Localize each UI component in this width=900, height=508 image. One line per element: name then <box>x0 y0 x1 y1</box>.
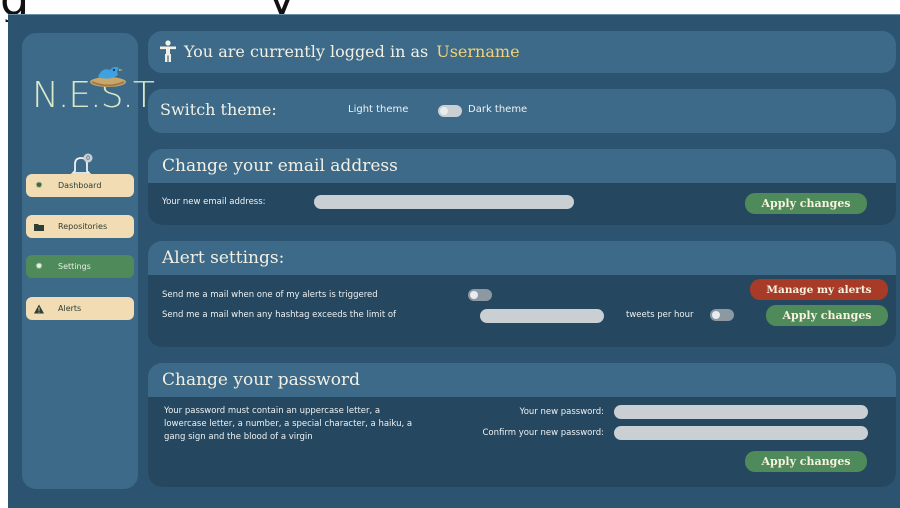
gear-icon: ✹ <box>35 261 43 272</box>
password-apply-button[interactable]: Apply changes <box>745 451 867 472</box>
password-requirements: Your password must contain an uppercase … <box>164 406 413 442</box>
sidebar: N.E.S.T. 0 ✹ Dashboard Repositories ✹ Se… <box>22 33 161 489</box>
confirm-password-field[interactable] <box>614 426 868 440</box>
tweet-limit-field[interactable] <box>480 309 604 323</box>
alert-option-hashtag: Send me a mail when any hashtag exceeds … <box>162 310 397 320</box>
settings-page: N.E.S.T. 0 ✹ Dashboard Repositories ✹ Se… <box>8 14 900 508</box>
password-title: Change your password <box>162 370 360 390</box>
alert-option-triggered: Send me a mail when one of my alerts is … <box>162 290 378 300</box>
theme-toggle[interactable] <box>438 105 462 117</box>
new-password-field[interactable] <box>614 405 868 419</box>
email-card: Change your email address Your new email… <box>148 149 896 225</box>
sidebar-item-settings[interactable]: ✹ Settings <box>26 255 134 278</box>
username: Username <box>436 41 520 61</box>
sidebar-item-alerts[interactable]: Alerts <box>26 297 134 320</box>
login-text: You are currently logged in as <box>184 41 429 61</box>
gear-icon: ✹ <box>35 180 43 191</box>
warning-icon <box>34 303 44 314</box>
light-theme-label: Light theme <box>348 104 409 115</box>
sidebar-item-dashboard[interactable]: ✹ Dashboard <box>26 174 134 197</box>
email-apply-button[interactable]: Apply changes <box>745 193 867 214</box>
svg-text:0: 0 <box>86 155 90 162</box>
tweets-per-hour-label: tweets per hour <box>626 310 694 320</box>
alert-apply-button[interactable]: Apply changes <box>766 305 888 326</box>
email-title: Change your email address <box>162 156 398 176</box>
alert-triggered-toggle[interactable] <box>468 289 492 301</box>
sidebar-item-repositories[interactable]: Repositories <box>26 215 134 238</box>
nest-logo[interactable]: N.E.S.T. <box>32 57 161 121</box>
email-field[interactable] <box>314 195 574 209</box>
person-icon <box>160 40 176 62</box>
email-field-label: Your new email address: <box>162 197 266 207</box>
hashtag-limit-toggle[interactable] <box>710 309 734 321</box>
login-banner: You are currently logged in as Username <box>148 31 896 73</box>
bird-nest-icon <box>90 66 126 87</box>
password-card: Change your password Your password must … <box>148 363 896 487</box>
new-password-label: Your new password: <box>519 407 604 417</box>
confirm-password-label: Confirm your new password: <box>482 428 604 438</box>
theme-title: Switch theme: <box>160 100 277 119</box>
manage-alerts-button[interactable]: Manage my alerts <box>750 279 888 300</box>
dark-theme-label: Dark theme <box>468 104 528 115</box>
alert-settings-card: Alert settings: Send me a mail when one … <box>148 241 896 347</box>
theme-switcher: Switch theme: Light theme Dark theme <box>148 89 896 133</box>
folder-icon <box>34 222 44 232</box>
alert-settings-title: Alert settings: <box>162 248 285 268</box>
